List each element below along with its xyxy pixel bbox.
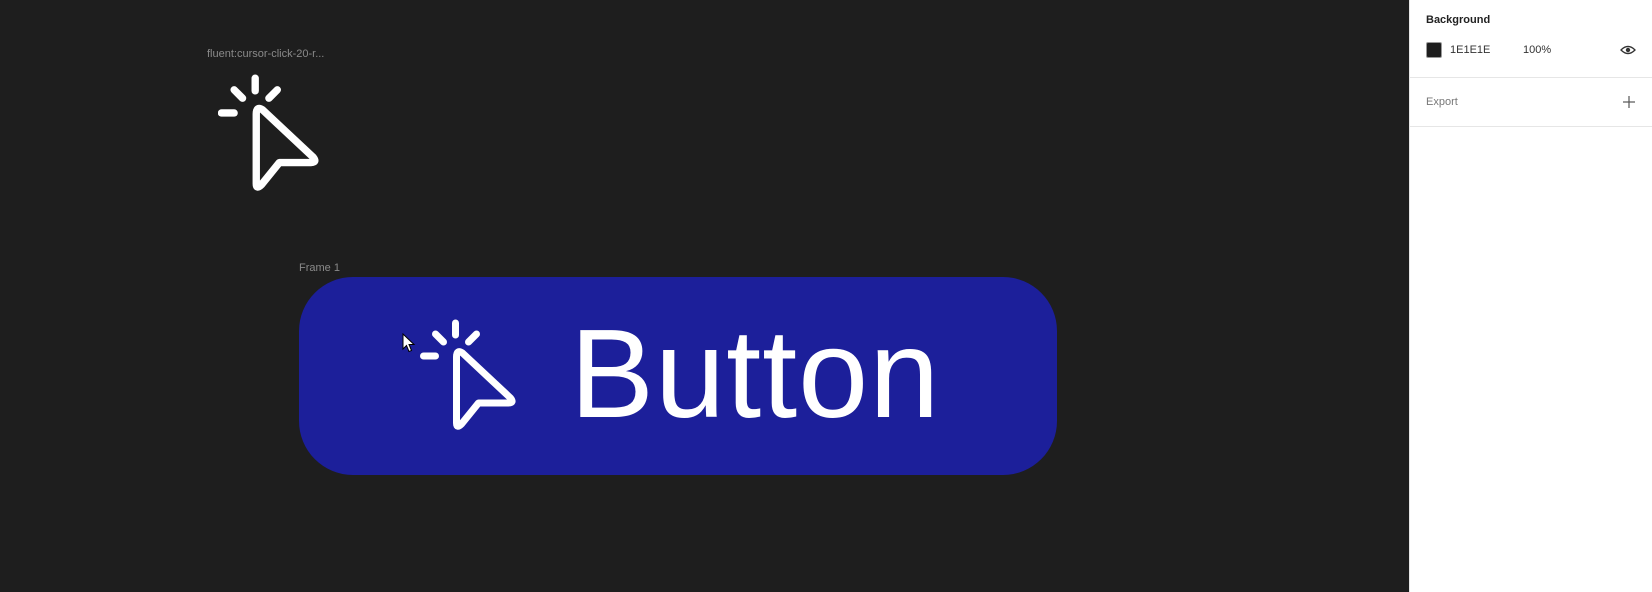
icon-layer-label[interactable]: fluent:cursor-click-20-r... [207, 48, 324, 60]
export-title: Export [1426, 96, 1458, 108]
opacity-value[interactable]: 100% [1523, 44, 1551, 56]
design-canvas[interactable]: fluent:cursor-click-20-r... Frame 1 Butt… [0, 0, 1409, 592]
hex-value[interactable]: 1E1E1E [1450, 44, 1523, 56]
button-label: Button [570, 303, 941, 444]
properties-panel: Background 1E1E1E 100% Export [1409, 0, 1652, 592]
eye-icon[interactable] [1620, 44, 1636, 56]
background-section: Background 1E1E1E 100% [1410, 0, 1652, 78]
plus-icon[interactable] [1622, 95, 1636, 109]
cursor-click-icon[interactable] [218, 74, 324, 192]
frame-button[interactable]: Button [299, 277, 1057, 475]
color-swatch[interactable] [1426, 42, 1442, 58]
mouse-pointer-icon [402, 333, 416, 353]
cursor-click-icon [420, 319, 521, 431]
export-section: Export [1410, 78, 1652, 127]
background-fill-row[interactable]: 1E1E1E 100% [1426, 41, 1636, 59]
frame-layer-label[interactable]: Frame 1 [299, 262, 340, 274]
background-title: Background [1426, 14, 1491, 26]
